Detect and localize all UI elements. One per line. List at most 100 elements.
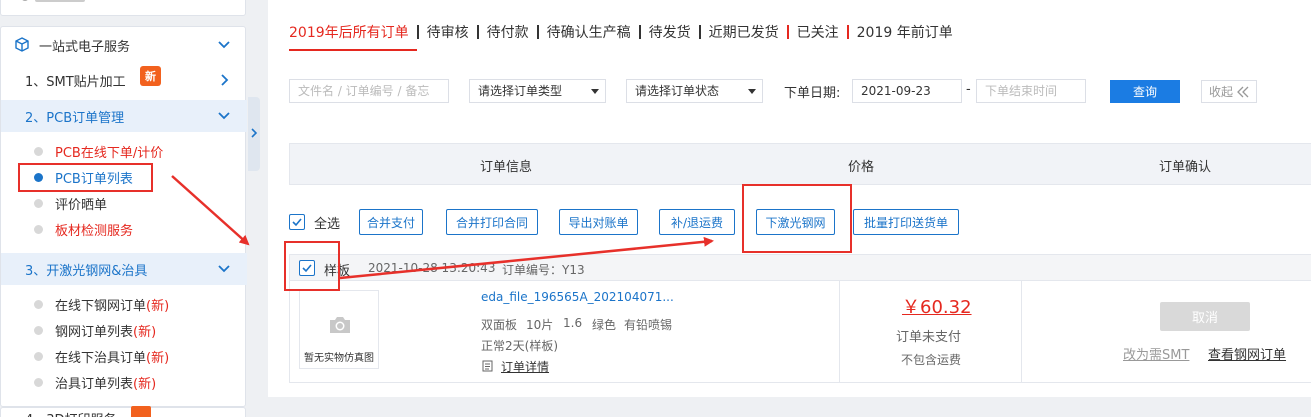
- query-button[interactable]: 查询: [1110, 80, 1180, 103]
- merge-print-contract-button[interactable]: 合并打印合同: [446, 209, 538, 235]
- delivery-time: 正常2天(样板): [481, 339, 558, 353]
- select-all-label: 全选: [314, 217, 341, 232]
- sidebar-section-pcb[interactable]: 2、PCB订单管理: [1, 100, 247, 132]
- tab-recently-shipped[interactable]: 近期已发货: [709, 22, 779, 42]
- sidebar-item-label: 治具订单列表: [55, 376, 134, 392]
- sidebar-collapse-handle[interactable]: [248, 97, 260, 171]
- caret-down-icon: [591, 89, 599, 94]
- sidebar-item-label: 评价晒单: [55, 197, 108, 213]
- order-row-header: 样板 2021-10-28 13:20:43 订单编号：Y13: [289, 254, 1311, 281]
- sidebar: 一站式电子服务 1、SMT贴片加工 新 2、PCB订单管理 PCB在线下单/计价…: [0, 0, 248, 417]
- collapse-filter-button[interactable]: 收起: [1201, 80, 1257, 103]
- active-tab-indicator: [289, 49, 417, 51]
- order-table-header: 订单信息 价格 订单确认: [289, 143, 1311, 185]
- merge-pay-button[interactable]: 合并支付: [359, 209, 423, 235]
- sidebar-section-one-stop[interactable]: 一站式电子服务: [1, 29, 247, 61]
- bullet-icon: [34, 199, 43, 208]
- tab-confirm-production[interactable]: 待确认生产稿: [547, 22, 631, 42]
- select-value: 请选择订单类型: [478, 84, 563, 98]
- column-divider: [839, 281, 840, 382]
- annotation-highlight-pcb-list: [18, 163, 153, 192]
- cancel-order-button[interactable]: 取消: [1160, 302, 1250, 331]
- batch-print-delivery-button[interactable]: 批量打印送货单: [853, 209, 959, 235]
- chevron-down-icon: [218, 112, 230, 120]
- board-spec-color: 绿色: [592, 318, 617, 332]
- select-value: 请选择订单状态: [635, 84, 720, 98]
- cube-icon: [15, 37, 29, 52]
- board-spec-thickness: 1.6: [563, 316, 583, 330]
- sidebar-item-fixture-list[interactable]: 治具订单列表(新): [1, 370, 247, 394]
- sidebar-item-label: 在线下钢网订单: [55, 298, 147, 314]
- shipping-note: 不包含运费: [901, 353, 962, 367]
- truncated-item: [35, 0, 85, 2]
- chevron-right-icon: [221, 74, 229, 86]
- new-tag: (新): [133, 376, 157, 392]
- sidebar-item-fixture-order[interactable]: 在线下治具订单(新): [1, 344, 247, 368]
- sidebar-section-label: 2、PCB订单管理: [25, 110, 125, 126]
- bullet-icon: [34, 300, 43, 309]
- end-date-input[interactable]: 下单结束时间: [976, 79, 1086, 103]
- document-icon: [482, 360, 493, 372]
- tab-all-orders[interactable]: 2019年后所有订单: [289, 22, 409, 42]
- sidebar-menu-card: 一站式电子服务 1、SMT贴片加工 新 2、PCB订单管理 PCB在线下单/计价…: [0, 26, 247, 407]
- tab-divider: [416, 25, 419, 39]
- date-separator: -: [966, 82, 971, 97]
- bullet-icon: [34, 225, 43, 234]
- sidebar-section-label: 3、开激光钢网&治具: [25, 263, 148, 279]
- product-photo-placeholder: 暂无实物仿真图: [299, 290, 379, 369]
- sidebar-item-stencil-list[interactable]: 钢网订单列表(新): [1, 318, 247, 342]
- tab-pending-review[interactable]: 待审核: [427, 22, 469, 42]
- sidebar-item-label: 钢网订单列表: [55, 324, 134, 340]
- photo-caption: 暂无实物仿真图: [304, 353, 374, 364]
- tab-followed[interactable]: 已关注: [797, 22, 839, 42]
- sidebar-item-label: 1、SMT贴片加工: [25, 74, 126, 90]
- change-to-smt-link[interactable]: 改为需SMT: [1123, 344, 1189, 363]
- order-status-select[interactable]: 请选择订单状态: [626, 79, 763, 103]
- sidebar-item-board-test[interactable]: 板材检测服务: [1, 217, 247, 241]
- annotation-highlight-stencil-button: [742, 184, 852, 253]
- select-all-checkbox[interactable]: [289, 214, 305, 230]
- order-date-label: 下单日期:: [784, 86, 841, 101]
- chevron-down-icon: [218, 265, 230, 273]
- sidebar-item-3d-print[interactable]: 4、3D打印服务: [0, 406, 246, 417]
- bullet-icon: [34, 147, 43, 156]
- payment-status: 订单未支付: [896, 330, 962, 345]
- sidebar-item-review[interactable]: 评价晒单: [1, 191, 247, 215]
- new-badge: 新: [140, 66, 161, 86]
- order-datetime: 2021-10-28 13:20:43: [368, 261, 496, 275]
- tab-divider: [476, 25, 479, 39]
- collapse-label: 收起: [1209, 85, 1234, 99]
- export-statement-button[interactable]: 导出对账单: [559, 209, 638, 235]
- order-detail-link[interactable]: 订单详情: [501, 358, 549, 375]
- header-order-info: 订单信息: [480, 160, 533, 175]
- annotation-highlight-checkbox: [284, 241, 340, 291]
- sidebar-item-label: 板材检测服务: [55, 223, 134, 239]
- shipping-adjust-button[interactable]: 补/退运费: [659, 209, 735, 235]
- new-badge: [131, 406, 151, 417]
- sidebar-item-smt[interactable]: 1、SMT贴片加工 新: [1, 64, 247, 96]
- order-file-link[interactable]: eda_file_196565A_202104071...: [481, 290, 674, 304]
- order-price[interactable]: ￥60.32: [902, 293, 972, 319]
- tab-divider: [536, 25, 539, 39]
- header-price: 价格: [848, 160, 875, 175]
- sidebar-item-pcb-order[interactable]: PCB在线下单/计价: [1, 139, 247, 163]
- sidebar-section-stencil[interactable]: 3、开激光钢网&治具: [1, 253, 247, 285]
- view-stencil-order-link[interactable]: 查看钢网订单: [1208, 344, 1286, 363]
- double-chevron-left-icon: [1237, 86, 1249, 98]
- tab-divider: [698, 25, 701, 39]
- search-input[interactable]: 文件名 / 订单编号 / 备忘: [289, 79, 449, 103]
- bullet-icon: [34, 326, 43, 335]
- new-tag: (新): [146, 350, 170, 366]
- tab-pending-shipment[interactable]: 待发货: [649, 22, 691, 42]
- sidebar-item-stencil-order[interactable]: 在线下钢网订单(新): [1, 292, 247, 316]
- order-type-select[interactable]: 请选择订单类型: [469, 79, 606, 103]
- order-row: 暂无实物仿真图 eda_file_196565A_202104071... 双面…: [289, 281, 1311, 383]
- header-order-confirm: 订单确认: [1159, 160, 1212, 175]
- start-date-input[interactable]: 2021-09-23: [852, 79, 962, 103]
- sidebar-section-label: 一站式电子服务: [39, 39, 131, 55]
- tab-divider: [638, 25, 641, 39]
- order-tabs: 2019年后所有订单 待审核 待付款 待确认生产稿 待发货 近期已发货 已关注 …: [289, 22, 953, 42]
- camera-icon: [330, 317, 350, 333]
- tab-before-2019[interactable]: 2019 年前订单: [857, 22, 953, 42]
- tab-pending-payment[interactable]: 待付款: [487, 22, 529, 42]
